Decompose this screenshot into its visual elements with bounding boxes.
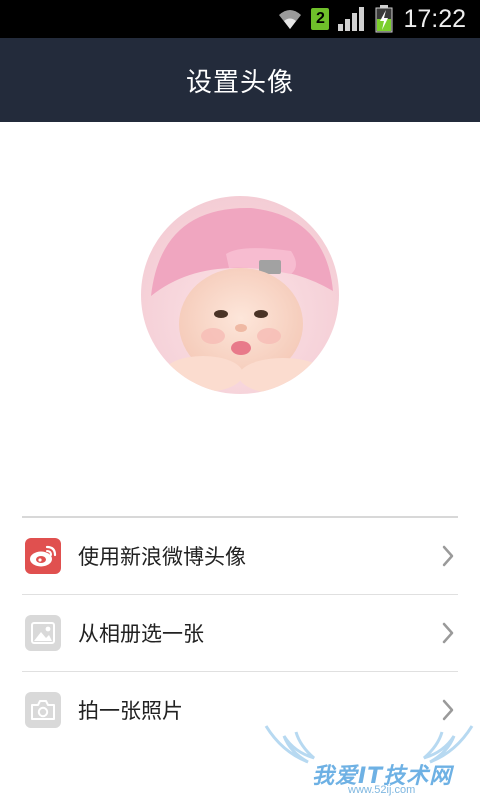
status-icons: 2 17:22 [277, 0, 466, 38]
chevron-right-icon [442, 545, 454, 567]
page-title: 设置头像 [185, 67, 294, 98]
chevron-right-icon [442, 699, 454, 721]
option-choose-from-album[interactable]: 从相册选一张 [22, 595, 458, 672]
battery-charging-icon [375, 5, 393, 33]
site-watermark: 我爱IT技术网 www.52ij.com [262, 722, 476, 800]
option-weibo-avatar[interactable]: 使用新浪微博头像 [22, 518, 458, 595]
avatar-image [141, 196, 339, 394]
title-bar: 设置头像 [0, 38, 480, 122]
option-label: 从相册选一张 [78, 622, 204, 646]
weibo-icon [25, 538, 61, 574]
watermark-url: www.52ij.com [348, 784, 416, 796]
option-label: 拍一张照片 [78, 699, 183, 723]
option-label: 使用新浪微博头像 [78, 545, 246, 569]
album-icon [25, 615, 61, 651]
camera-icon [25, 692, 61, 728]
signal-icon [338, 7, 365, 31]
clock: 17:22 [403, 4, 466, 33]
status-bar: 2 17:22 [0, 0, 480, 38]
wifi-icon [279, 10, 302, 29]
sim-badge: 2 [311, 8, 330, 30]
chevron-right-icon [442, 622, 454, 644]
avatar-options-list: 使用新浪微博头像 从相册选一张 拍一张照片 [22, 516, 458, 748]
avatar[interactable] [141, 196, 339, 394]
